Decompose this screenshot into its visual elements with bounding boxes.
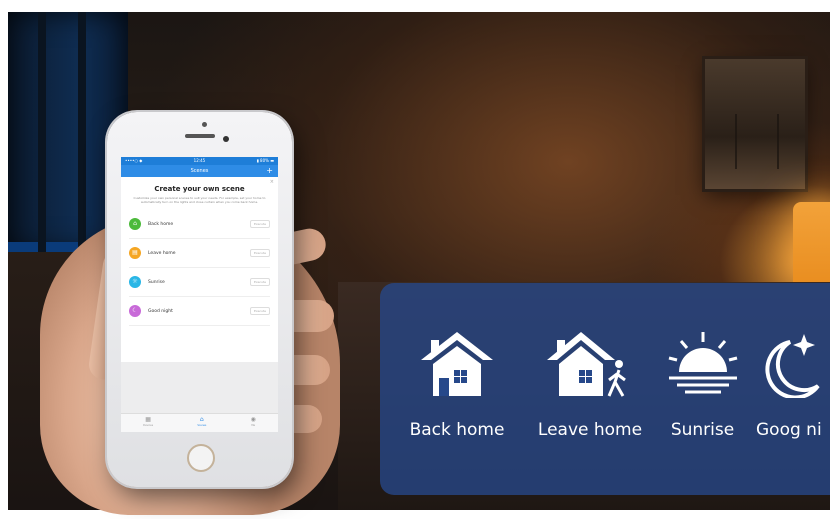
scene-row-good-night[interactable]: ☾ Good night Execute: [129, 297, 270, 326]
panel-item-label: Goog ni: [756, 420, 822, 440]
scene-content: × Create your own scene Customize your o…: [121, 177, 278, 326]
moon-icon: ☾: [129, 305, 141, 317]
execute-button[interactable]: Execute: [250, 307, 270, 315]
sun-icon: ☼: [129, 276, 141, 288]
home-icon: ⌂: [199, 416, 204, 423]
sunrise-icon: [668, 332, 737, 394]
tab-bar: ▦ Devices ⌂ Scenes ◉ Me: [121, 413, 278, 432]
scene-label: Back home: [148, 221, 174, 227]
panel-item-leave-home: Leave home: [530, 328, 650, 440]
panel-item-label: Leave home: [537, 420, 643, 440]
home-button[interactable]: [187, 444, 215, 472]
briefcase-icon: ▤: [129, 247, 141, 259]
page-title: Create your own scene: [154, 185, 245, 193]
panel-item-back-home: Back home: [402, 328, 512, 440]
scene-row-sunrise[interactable]: ☼ Sunrise Execute: [129, 268, 270, 297]
tab-label: Scenes: [197, 424, 207, 427]
page-description: Customize your own personal scenes to su…: [133, 196, 266, 204]
scene-panel: Back home Leave home Sunrise Goog ni: [380, 283, 830, 495]
status-bar: ••••○ ◆ 12:45 ▮ 80% ▬: [121, 157, 278, 165]
speaker: [185, 134, 215, 138]
smartphone: ••••○ ◆ 12:45 ▮ 80% ▬ Scenes + × Create …: [107, 112, 292, 487]
panel-item-label: Sunrise: [670, 420, 735, 440]
execute-button[interactable]: Execute: [250, 249, 270, 257]
scene-row-back-home[interactable]: ⌂ Back home Execute: [129, 210, 270, 239]
signal-indicator: ••••○ ◆: [125, 158, 143, 163]
empty-area: [121, 362, 278, 414]
scene-label: Leave home: [148, 250, 176, 256]
panel-item-label: Back home: [409, 420, 505, 440]
tab-label: Me: [251, 424, 256, 427]
panel-item-sunrise: Sunrise: [660, 328, 745, 440]
house-icon: [421, 332, 493, 396]
wall-painting: [705, 59, 805, 189]
scene-label: Sunrise: [148, 279, 165, 285]
tab-label: Devices: [143, 424, 154, 427]
front-camera: [202, 122, 207, 127]
moon-star-icon: [765, 334, 820, 398]
tab-me[interactable]: ◉ Me: [251, 417, 256, 429]
lamp: [793, 202, 830, 287]
phone-screen: ••••○ ◆ 12:45 ▮ 80% ▬ Scenes + × Create …: [121, 157, 278, 432]
clock: 12:45: [193, 158, 206, 163]
add-scene-button[interactable]: +: [266, 165, 273, 177]
execute-button[interactable]: Execute: [250, 278, 270, 286]
nav-title: Scenes: [190, 168, 209, 174]
home-icon: ⌂: [129, 218, 141, 230]
scene-row-leave-home[interactable]: ▤ Leave home Execute: [129, 239, 270, 268]
close-icon[interactable]: ×: [270, 179, 274, 185]
battery-indicator: ▮ 80% ▬: [256, 158, 274, 163]
execute-button[interactable]: Execute: [250, 220, 270, 228]
house-walking-person-icon: [547, 332, 626, 397]
grid-icon: ▦: [145, 416, 151, 423]
tab-scenes[interactable]: ⌂ Scenes: [197, 417, 206, 429]
profile-icon: ◉: [250, 416, 256, 423]
sensor: [223, 136, 229, 142]
nav-bar: Scenes +: [121, 165, 278, 177]
panel-item-good-night: Goog ni: [756, 328, 830, 440]
tab-devices[interactable]: ▦ Devices: [143, 417, 153, 429]
scene-label: Good night: [148, 308, 173, 314]
